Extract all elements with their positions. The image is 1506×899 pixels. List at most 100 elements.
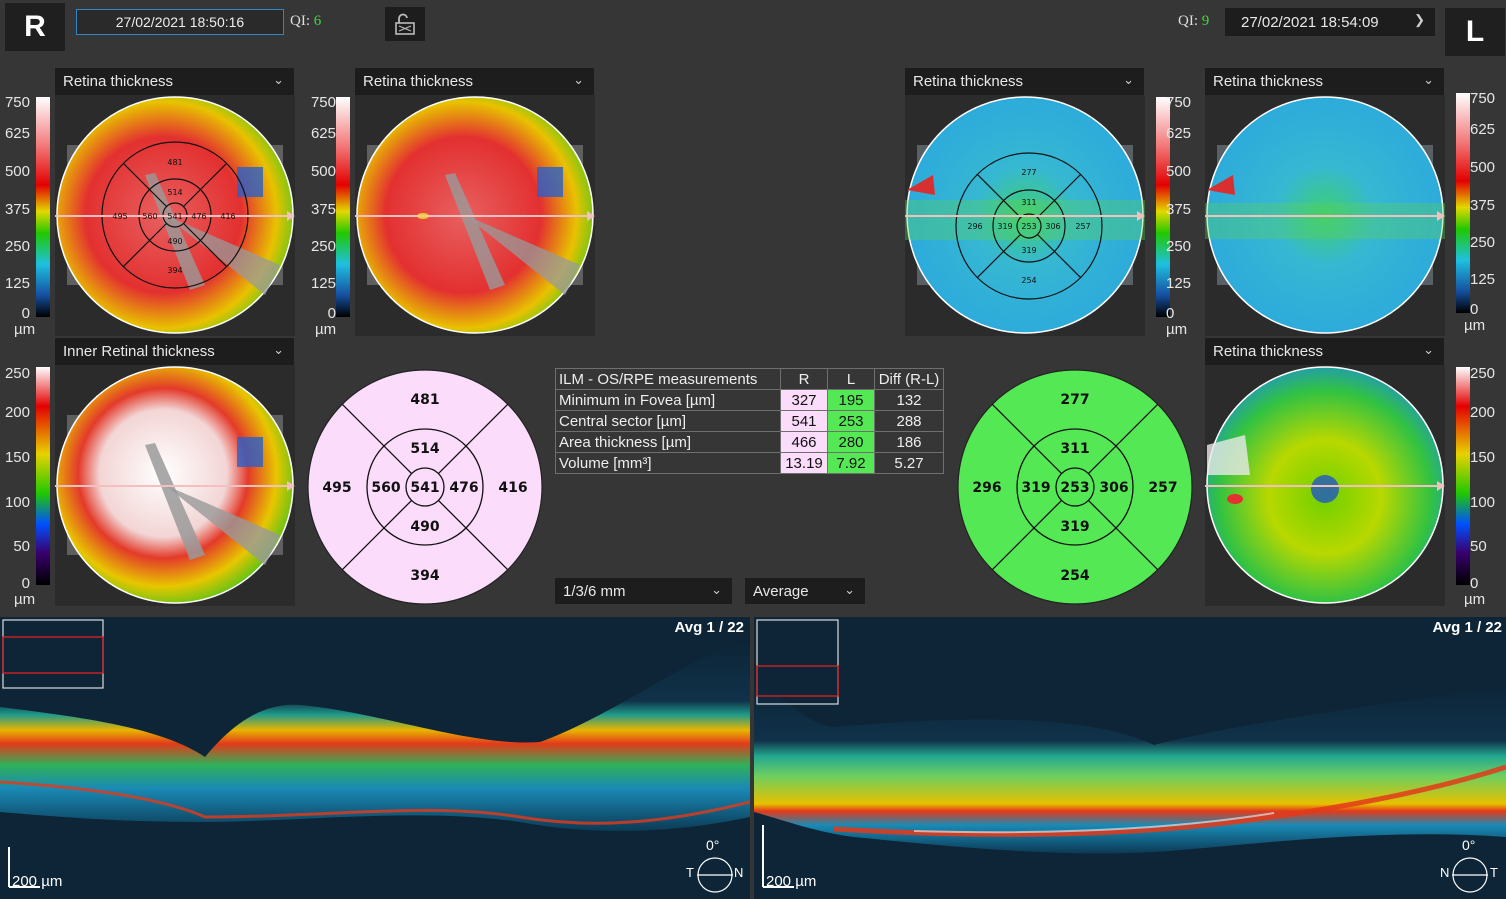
map-type-select-left-bottom[interactable]: Retina thickness ⌄ bbox=[1205, 338, 1444, 365]
bscan-right-scale-label: 200 µm bbox=[12, 873, 63, 890]
thickness-map-left-bottom[interactable] bbox=[1205, 365, 1445, 606]
bscan-right[interactable]: Avg 1 / 22 200 µm 0° T N bbox=[0, 617, 750, 899]
right-a-sector-top: 481 bbox=[167, 158, 182, 167]
left-a-sector-center: 253 bbox=[1021, 222, 1036, 231]
table-row: Volume [mm³] 13.19 7.92 5.27 bbox=[555, 452, 944, 474]
table-row: Minimum in Fovea [µm] 327 195 132 bbox=[555, 389, 944, 411]
right-a-sector-inner-top: 514 bbox=[167, 188, 182, 197]
left-a-sector-inner-bottom: 319 bbox=[1021, 246, 1036, 255]
table-row: Central sector [µm] 541 253 288 bbox=[555, 410, 944, 432]
unlock-icon bbox=[395, 13, 415, 35]
left-a-sector-outer-left: 296 bbox=[967, 222, 982, 231]
left-a-sector-bottom: 254 bbox=[1021, 276, 1036, 285]
thickness-map-right-b[interactable] bbox=[355, 95, 595, 336]
right-sector-outer-right: 416 bbox=[498, 480, 527, 496]
unlock-button[interactable] bbox=[385, 7, 425, 41]
left-a-sector-inner-top: 311 bbox=[1021, 198, 1036, 207]
right-a-sector-inner-bottom: 490 bbox=[167, 237, 182, 246]
bscan-right-avg: Avg 1 / 22 bbox=[674, 619, 744, 636]
left-eye-badge: L bbox=[1445, 8, 1505, 56]
map-type-select-left-a[interactable]: Retina thickness ⌄ bbox=[905, 68, 1144, 95]
left-datetime-value: 27/02/2021 18:54:09 bbox=[1241, 13, 1379, 31]
table-header-row: ILM - OS/RPE measurements R L Diff (R-L) bbox=[555, 368, 944, 390]
chevron-down-icon: ⌄ bbox=[1423, 342, 1434, 357]
row-label: Central sector [µm] bbox=[555, 410, 781, 432]
right-sector-bottom: 394 bbox=[410, 568, 439, 584]
left-sector-top: 277 bbox=[1060, 392, 1089, 408]
table-title: ILM - OS/RPE measurements bbox=[555, 368, 781, 390]
right-sector-inner-bottom: 490 bbox=[410, 519, 439, 535]
right-sector-inner-right: 476 bbox=[449, 480, 478, 496]
chevron-down-icon: ❯ bbox=[1414, 12, 1425, 27]
bscan-right-angle: 0° bbox=[706, 837, 720, 853]
row-l-value: 195 bbox=[827, 389, 875, 411]
right-sector-top: 481 bbox=[410, 392, 439, 408]
inner-retinal-map-right[interactable] bbox=[55, 365, 295, 606]
left-sector-inner-top: 311 bbox=[1060, 441, 1089, 457]
sector-grid-right: 481 514 541 560 476 490 495 416 394 bbox=[307, 369, 543, 609]
right-sector-outer-left: 495 bbox=[322, 480, 351, 496]
row-r-value: 327 bbox=[780, 389, 828, 411]
left-sector-inner-left: 319 bbox=[1021, 480, 1050, 496]
map-type-select-left-b[interactable]: Retina thickness ⌄ bbox=[1205, 68, 1444, 95]
chevron-down-icon: ⌄ bbox=[273, 342, 284, 357]
right-datetime-field[interactable]: 27/02/2021 18:50:16 bbox=[76, 9, 284, 35]
row-diff-value: 132 bbox=[874, 389, 944, 411]
right-a-sector-outer-left: 495 bbox=[112, 212, 127, 221]
right-a-sector-center: 541 bbox=[167, 212, 182, 221]
left-sector-inner-bottom: 319 bbox=[1060, 519, 1089, 535]
left-a-sector-top: 277 bbox=[1021, 168, 1036, 177]
right-sector-inner-left: 560 bbox=[371, 480, 400, 496]
right-qi-indicator: QI: 6 bbox=[290, 13, 322, 29]
bscan-left-avg: Avg 1 / 22 bbox=[1432, 619, 1502, 636]
bscan-left-scale-label: 200 µm bbox=[766, 873, 817, 890]
row-r-value: 541 bbox=[780, 410, 828, 432]
row-diff-value: 5.27 bbox=[874, 452, 944, 474]
sector-grid-left: 277 311 253 319 306 319 296 257 254 bbox=[957, 369, 1193, 609]
left-a-sector-inner-left: 319 bbox=[997, 222, 1012, 231]
col-l-header: L bbox=[827, 368, 875, 390]
row-l-value: 7.92 bbox=[827, 452, 875, 474]
col-r-header: R bbox=[780, 368, 828, 390]
row-l-value: 253 bbox=[827, 410, 875, 432]
left-sector-bottom: 254 bbox=[1060, 568, 1089, 584]
bscan-left-n-label: N bbox=[1440, 865, 1450, 880]
row-r-value: 466 bbox=[780, 431, 828, 453]
map-type-select-right-a[interactable]: Retina thickness ⌄ bbox=[55, 68, 294, 95]
row-label: Minimum in Fovea [µm] bbox=[555, 389, 781, 411]
row-l-value: 280 bbox=[827, 431, 875, 453]
row-diff-value: 288 bbox=[874, 410, 944, 432]
right-a-sector-inner-left: 560 bbox=[142, 212, 157, 221]
row-label: Volume [mm³] bbox=[555, 452, 781, 474]
row-r-value: 13.19 bbox=[780, 452, 828, 474]
chevron-down-icon: ⌄ bbox=[711, 582, 722, 597]
mode-select[interactable]: Average ⌄ bbox=[745, 578, 865, 604]
left-sector-inner-right: 306 bbox=[1099, 480, 1128, 496]
thickness-map-left-a[interactable]: 277 311 253 319 306 319 296 257 254 bbox=[905, 95, 1145, 336]
map-type-select-right-inner[interactable]: Inner Retinal thickness ⌄ bbox=[55, 338, 294, 365]
bscan-right-n-label: N bbox=[734, 865, 744, 880]
chevron-down-icon: ⌄ bbox=[844, 582, 855, 597]
left-a-sector-inner-right: 306 bbox=[1045, 222, 1060, 231]
bscan-left-angle: 0° bbox=[1462, 837, 1476, 853]
chevron-down-icon: ⌄ bbox=[1123, 72, 1134, 87]
col-diff-header: Diff (R-L) bbox=[874, 368, 944, 390]
grid-size-select[interactable]: 1/3/6 mm ⌄ bbox=[555, 578, 732, 604]
measurements-table: ILM - OS/RPE measurements R L Diff (R-L)… bbox=[555, 368, 944, 474]
right-sector-center: 541 bbox=[410, 480, 439, 496]
chevron-down-icon: ⌄ bbox=[1423, 72, 1434, 87]
right-sector-inner-top: 514 bbox=[410, 441, 439, 457]
left-datetime-select[interactable]: 27/02/2021 18:54:09 ❯ bbox=[1225, 8, 1435, 36]
bscan-left[interactable]: Avg 1 / 22 200 µm 0° N T bbox=[754, 617, 1506, 899]
left-qi-indicator: QI: 9 bbox=[1178, 13, 1210, 29]
inner-thickness-scale bbox=[0, 365, 55, 599]
left-sector-outer-right: 257 bbox=[1148, 480, 1177, 496]
right-eye-badge: R bbox=[5, 3, 65, 51]
thickness-map-left-b[interactable] bbox=[1205, 95, 1445, 336]
right-a-sector-outer-right: 416 bbox=[220, 212, 235, 221]
thickness-map-right-a[interactable]: 481 514 541 560 476 490 495 416 394 bbox=[55, 95, 295, 336]
right-a-sector-bottom: 394 bbox=[167, 266, 182, 275]
chevron-down-icon: ⌄ bbox=[573, 72, 584, 87]
left-sector-outer-left: 296 bbox=[972, 480, 1001, 496]
map-type-select-right-b[interactable]: Retina thickness ⌄ bbox=[355, 68, 594, 95]
